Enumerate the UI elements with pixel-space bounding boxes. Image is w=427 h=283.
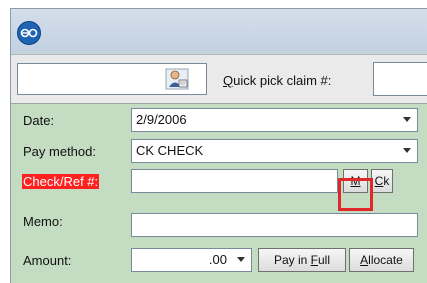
chevron-down-icon[interactable] bbox=[237, 257, 245, 262]
person-with-card-icon[interactable] bbox=[165, 67, 189, 91]
memo-label: Memo: bbox=[23, 214, 63, 229]
toolbar: Quick pick claim #: bbox=[11, 54, 427, 104]
amount-label: Amount: bbox=[23, 253, 72, 268]
app-logo-icon bbox=[17, 21, 41, 45]
check-ref-input[interactable] bbox=[131, 169, 338, 193]
memo-input[interactable] bbox=[131, 213, 418, 237]
pay-method-value: CK CHECK bbox=[136, 143, 204, 158]
date-value: 2/9/2006 bbox=[136, 112, 187, 127]
payment-form: Date: 2/9/2006 Pay method: CK CHECK Chec… bbox=[11, 103, 427, 283]
m-button-highlight bbox=[338, 178, 373, 211]
chevron-down-icon[interactable] bbox=[403, 117, 411, 122]
title-bar bbox=[11, 9, 427, 53]
ck-button[interactable]: Ck bbox=[371, 169, 393, 193]
pay-method-label: Pay method: bbox=[23, 144, 96, 159]
allocate-button[interactable]: Allocate bbox=[349, 248, 414, 272]
check-ref-label: Check/Ref #: bbox=[22, 174, 100, 189]
pay-in-full-button[interactable]: Pay in Full bbox=[258, 248, 346, 272]
date-label: Date: bbox=[23, 113, 55, 128]
payment-window: Quick pick claim #: Date: 2/9/2006 Pay m… bbox=[10, 8, 427, 283]
pay-method-dropdown[interactable]: CK CHECK bbox=[131, 139, 418, 163]
amount-dropdown[interactable]: .00 bbox=[131, 248, 252, 272]
quick-pick-claim-label: Quick pick claim #: bbox=[223, 73, 332, 88]
date-dropdown[interactable]: 2/9/2006 bbox=[131, 108, 418, 132]
chevron-down-icon[interactable] bbox=[403, 148, 411, 153]
quick-pick-claim-input[interactable] bbox=[373, 62, 427, 96]
amount-value: .00 bbox=[208, 252, 227, 267]
